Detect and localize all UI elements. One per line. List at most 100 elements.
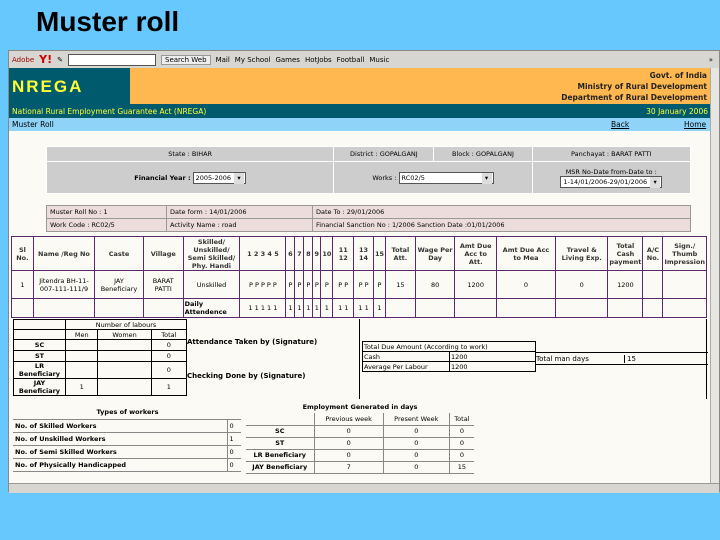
govt-info: Govt. of India Ministry of Rural Develop…: [561, 70, 707, 103]
row-label: No. of Semi Skilled Workers: [13, 445, 227, 459]
table-cell: Unskilled: [182, 270, 241, 299]
women-cell: [97, 339, 152, 351]
men-cell: [64, 339, 99, 351]
act-bar: National Rural Employment Guarantee Act …: [9, 104, 711, 118]
financial-year-select[interactable]: 2005-2006: [192, 171, 247, 184]
column-header: 1 2 3 4 5: [239, 236, 287, 271]
search-web-button[interactable]: Search Web: [161, 54, 211, 65]
works-select[interactable]: RC02/5: [398, 171, 494, 184]
search-input[interactable]: [68, 53, 157, 66]
avg-label: Average Per Labour: [362, 361, 450, 372]
present-cell: 0: [382, 437, 450, 450]
worker-row: No. of Unskilled Workers 1: [13, 432, 241, 446]
empty-cell: [385, 298, 416, 318]
row-label: SC: [246, 425, 314, 438]
home-link[interactable]: Home: [684, 120, 706, 129]
col-previous-week: Previous week: [313, 413, 384, 426]
daily-attendance-label: Daily Attendence: [182, 298, 241, 318]
hotjobs-button[interactable]: HotJobs: [305, 56, 332, 64]
row-label: LR Beneficiary: [13, 361, 66, 379]
worker-row: No. of Semi Skilled Workers 0: [13, 445, 241, 459]
back-link[interactable]: Back: [611, 120, 629, 129]
page-title: Muster Roll: [12, 120, 54, 129]
table-cell: P: [312, 270, 322, 299]
table-cell: [642, 270, 664, 299]
status-bar: [9, 483, 719, 493]
activity-name: Activity Name : road: [166, 218, 313, 232]
row-label: SC: [13, 339, 66, 351]
vertical-scrollbar[interactable]: [710, 68, 719, 488]
mail-button[interactable]: Mail: [216, 56, 230, 64]
women-cell: [97, 361, 152, 379]
employment-table: Employment Generated in days Previous we…: [246, 401, 474, 474]
labour-row: LR Beneficiary 0: [13, 361, 188, 379]
employment-row: JAY Beneficiary 7 0 15: [246, 461, 474, 474]
row-value: 1: [226, 432, 241, 446]
column-header: Sign./ Thumb Impression: [662, 236, 707, 271]
pencil-icon[interactable]: ✎: [57, 56, 63, 64]
nrega-logo: NREGA: [9, 68, 130, 104]
column-header: Wage Per Day: [414, 236, 456, 271]
column-header: 7: [294, 236, 305, 271]
table-cell: 0: [555, 270, 609, 299]
more-button[interactable]: »: [709, 56, 713, 64]
row-label: ST: [246, 437, 314, 450]
col-men: Men: [64, 329, 99, 340]
due-amount-table: Total Due Amount (According to work) Cas…: [362, 341, 536, 372]
site-header: NREGA Govt. of India Ministry of Rural D…: [9, 68, 711, 104]
col-women: Women: [97, 329, 152, 340]
attendance-cell: 1: [312, 298, 322, 318]
column-header: 10: [320, 236, 334, 271]
table-cell: P: [285, 270, 296, 299]
due-amount-box: Total Due Amount (According to work) Cas…: [359, 319, 708, 399]
column-header: Sl No.: [11, 236, 34, 271]
total-cell: 0: [448, 437, 474, 450]
worker-row: No. of Skilled Workers 0: [13, 419, 241, 433]
column-header: Amt Due Acc to Att.: [454, 236, 497, 271]
act-title: National Rural Employment Guarantee Act …: [12, 106, 207, 116]
msr-select[interactable]: 1-14/01/2006-29/01/2006: [560, 175, 663, 188]
adobe-button[interactable]: Adobe: [12, 56, 34, 64]
table-cell: P P: [353, 270, 374, 299]
total-cell: 0: [150, 339, 188, 351]
column-header: Village: [142, 236, 184, 271]
attendance-cell: 1 1 1 1 1: [239, 298, 287, 318]
man-days-label: Total man days: [536, 354, 589, 363]
row-label: JAY Beneficiary: [246, 461, 314, 474]
work-code: Work Code : RC02/5: [46, 218, 167, 232]
table-cell: 80: [414, 270, 456, 299]
football-button[interactable]: Football: [337, 56, 365, 64]
yahoo-logo[interactable]: Y!: [39, 53, 52, 66]
column-header: A/C No.: [642, 236, 664, 271]
column-header: Travel & Living Exp.: [555, 236, 609, 271]
block-label: Block : GOPALGANJ: [433, 146, 533, 162]
table-cell: 0: [495, 270, 557, 299]
date-label: 30 January 2006: [646, 106, 708, 116]
table-cell: P: [294, 270, 305, 299]
empty-cell: [555, 298, 609, 318]
my-school-button[interactable]: My School: [235, 56, 271, 64]
employment-row: SC 0 0 0: [246, 425, 474, 438]
workers-table: Types of workers No. of Skilled Workers 0…: [13, 406, 241, 472]
checking-signature-label: Checking Done by (Signature): [187, 372, 306, 380]
music-button[interactable]: Music: [369, 56, 389, 64]
col-present-week: Present Week: [382, 413, 450, 426]
table-cell: JAY Beneficiary: [94, 270, 144, 299]
page-bar: Muster Roll Back Home: [9, 118, 711, 131]
previous-cell: 0: [313, 437, 384, 450]
muster-roll-no: Muster Roll No : 1: [46, 205, 167, 219]
empty-cell: [454, 298, 497, 318]
column-header: Skilled/ Unskilled/ Semi Skilled/ Phy. H…: [182, 236, 241, 271]
table-cell: 1: [11, 270, 34, 299]
column-header: Total Att.: [385, 236, 416, 271]
total-cell: 0: [448, 425, 474, 438]
column-header: Total Cash payment: [607, 236, 644, 271]
total-cell: 0: [150, 350, 188, 362]
games-button[interactable]: Games: [275, 56, 300, 64]
attendance-cell: 1: [303, 298, 314, 318]
filter-table: State : BIHAR District : GOPALGANJ Block :…: [45, 146, 692, 194]
men-cell: [64, 361, 99, 379]
sanction-info: Financial Sanction No : 1/2006 Sanction …: [312, 218, 691, 232]
table-cell: 1200: [607, 270, 644, 299]
women-cell: [97, 350, 152, 362]
